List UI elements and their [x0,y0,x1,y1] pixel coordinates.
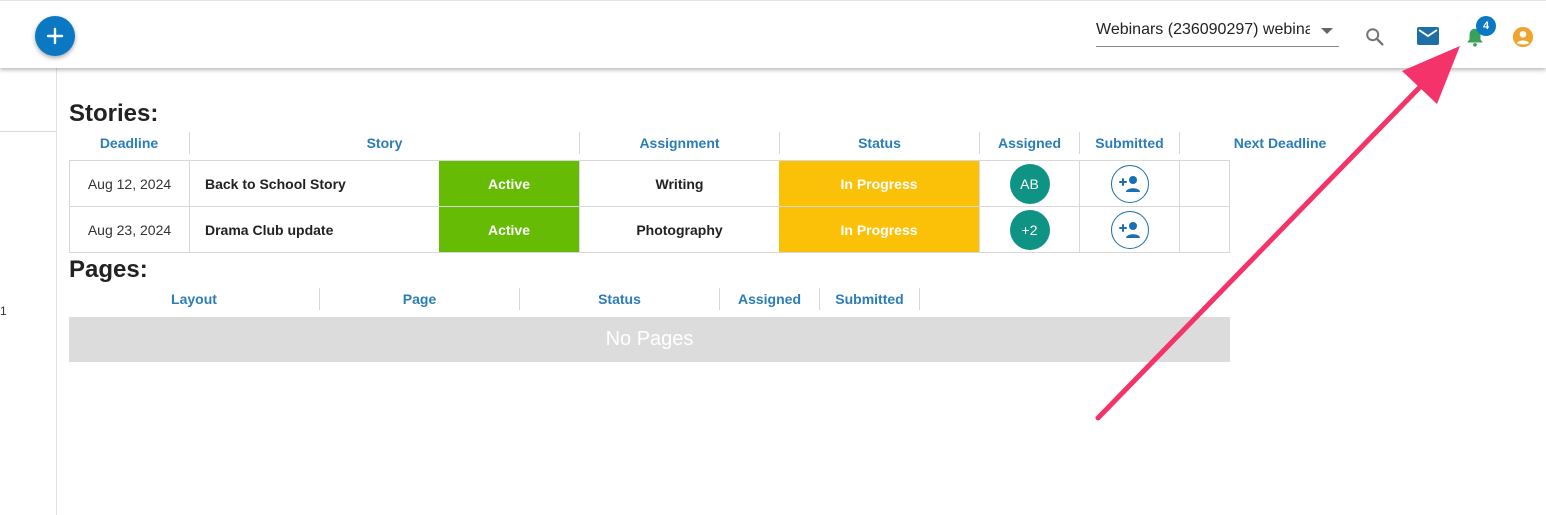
pages-empty-state: No Pages [69,317,1230,362]
notification-count-badge: 4 [1476,16,1496,36]
avatar[interactable]: AB [1009,163,1050,204]
next-deadline-cell [1179,161,1230,206]
status-badge: In Progress [779,161,979,206]
next-deadline-cell [1179,207,1230,252]
left-sidebar: 1 [0,67,57,515]
top-app-bar: Webinars (236090297) webina 4 [0,0,1546,68]
person-add-icon [1118,221,1140,238]
dropdown-caret-icon [1321,28,1333,34]
submitted-cell [1079,161,1179,206]
table-row[interactable]: Aug 12, 2024 Back to School Story Active… [69,161,1230,207]
column-header-assignment[interactable]: Assignment [580,132,780,154]
column-header-status[interactable]: Status [780,132,980,154]
column-header-assigned[interactable]: Assigned [980,132,1080,154]
sidebar-item-text: 1 [0,304,7,318]
pages-title: Pages: [69,256,148,283]
add-button[interactable] [35,16,75,56]
deadline-cell: Aug 12, 2024 [69,161,189,206]
project-select[interactable]: Webinars (236090297) webina [1096,17,1339,47]
search-icon [1366,28,1384,46]
column-header-story[interactable]: Story [190,132,580,154]
table-row[interactable]: Aug 23, 2024 Drama Club update Active Ph… [69,207,1230,253]
assignment-cell: Writing [579,161,779,206]
submitted-cell [1079,207,1179,252]
account-icon [1512,26,1534,48]
column-header-layout[interactable]: Layout [69,288,320,310]
add-person-button[interactable] [1110,164,1149,203]
assigned-cell: AB [979,161,1079,206]
stories-table: Aug 12, 2024 Back to School Story Active… [69,160,1230,253]
mail-icon [1417,27,1439,45]
search-button[interactable] [1363,25,1387,49]
column-header-page-status[interactable]: Status [520,288,720,310]
avatar[interactable]: +2 [1009,209,1050,250]
project-select-value: Webinars (236090297) webina [1096,21,1310,38]
column-header-deadline[interactable]: Deadline [69,132,190,154]
stories-title: Stories: [69,100,159,127]
story-cell[interactable]: Back to School Story [189,161,439,206]
column-header-page-assigned[interactable]: Assigned [720,288,820,310]
assigned-cell: +2 [979,207,1079,252]
sidebar-divider [0,131,56,132]
add-person-button[interactable] [1110,210,1149,249]
column-header-submitted[interactable]: Submitted [1080,132,1180,154]
story-active-badge: Active [439,161,579,206]
add-icon [46,27,64,45]
person-add-icon [1118,175,1140,192]
annotation-arrow [1095,46,1460,421]
account-button[interactable] [1511,25,1535,49]
story-cell[interactable]: Drama Club update [189,207,439,252]
assignment-cell: Photography [579,207,779,252]
column-header-page-submitted[interactable]: Submitted [820,288,920,310]
column-header-next-deadline[interactable]: Next Deadline [1180,132,1380,154]
column-header-page[interactable]: Page [320,288,520,310]
messages-button[interactable] [1415,25,1441,47]
status-badge: In Progress [779,207,979,252]
story-active-badge: Active [439,207,579,252]
deadline-cell: Aug 23, 2024 [69,207,189,252]
